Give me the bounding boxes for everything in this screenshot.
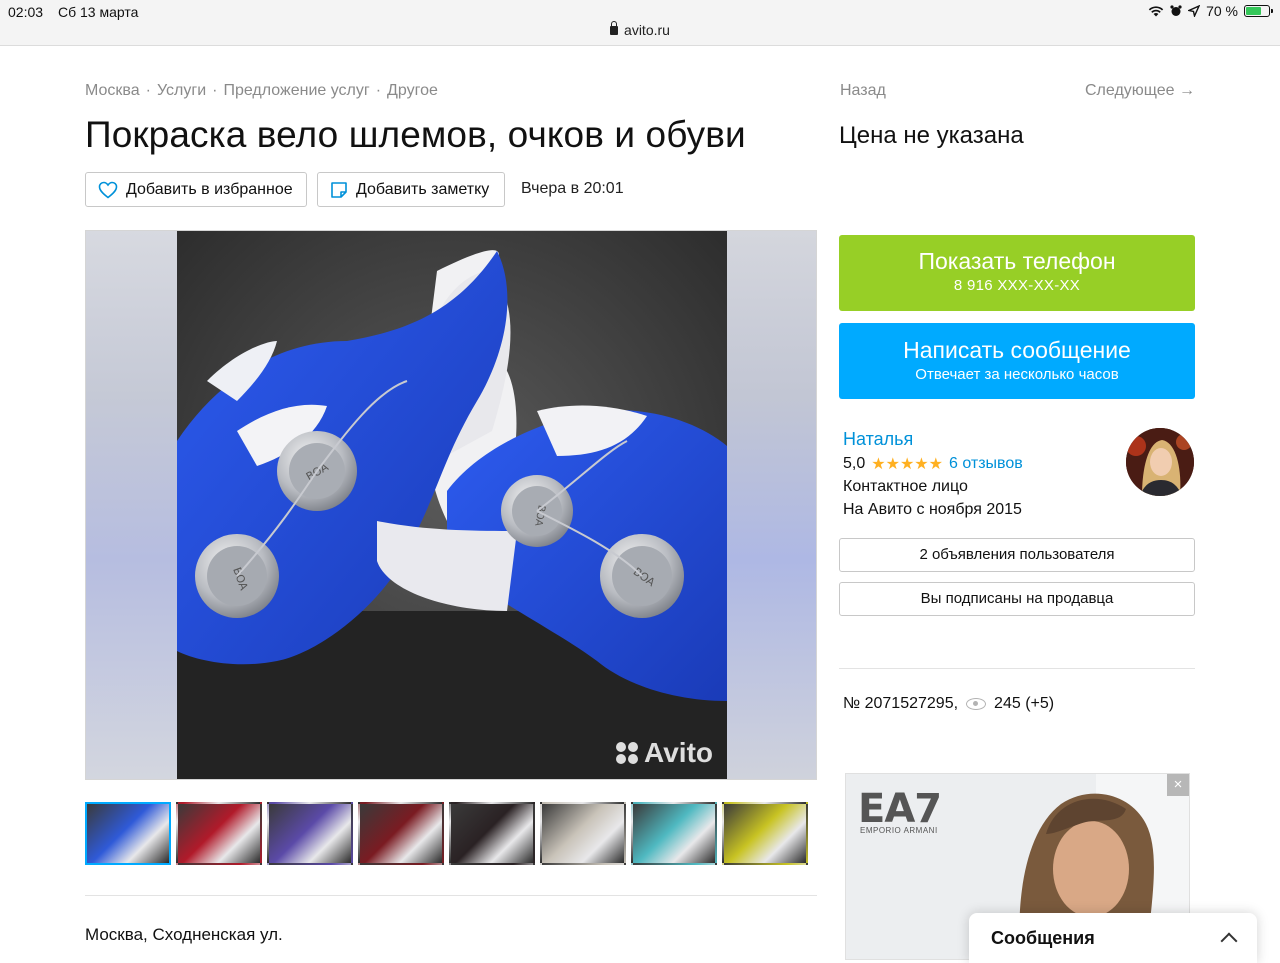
thumb-yellow-glasses[interactable] [722, 802, 808, 865]
star-icons: ★★★★★ [871, 456, 943, 473]
avatar-image [1126, 428, 1194, 496]
thumb-white-shoes[interactable] [540, 802, 626, 865]
status-indicators: 70 % [1148, 3, 1273, 19]
shoes-image: BOA BOA BOA BOA [177, 231, 727, 779]
thumb-red-helmet[interactable] [358, 802, 444, 865]
watermark-text: Avito [644, 737, 713, 768]
breadcrumb-separator: · [145, 82, 151, 99]
listing-meta: № 2071527295, 245 (+5) [843, 695, 1054, 713]
write-message-label: Написать сообщение [903, 337, 1131, 363]
lock-icon [610, 21, 619, 35]
main-photo[interactable]: BOA BOA BOA BOA Avito [177, 231, 727, 779]
banner-brand-sub: EMPORIO ARMANI [860, 826, 938, 835]
breadcrumb-item[interactable]: Услуги [157, 82, 206, 100]
wifi-icon [1148, 6, 1164, 17]
note-label: Добавить заметку [356, 180, 490, 198]
rating-value: 5,0 [843, 455, 866, 472]
seller-avatar[interactable] [1126, 428, 1194, 496]
phone-number: 8 916 XXX-XX-XX [953, 277, 1081, 294]
view-count: 245 (+5) [994, 695, 1055, 712]
heart-icon [98, 181, 118, 199]
thumb-teal-shoes[interactable] [631, 802, 717, 865]
next-link[interactable]: Следующее → [1085, 82, 1195, 100]
photo-gallery[interactable]: BOA BOA BOA BOA Avito [85, 230, 817, 780]
close-icon[interactable]: × [1167, 774, 1189, 796]
avito-watermark: Avito [616, 737, 713, 769]
subscribed-button[interactable]: Вы подписаны на продавца [839, 582, 1195, 616]
seller-rating: 5,0 ★★★★★ 6 отзывов [843, 454, 1023, 474]
gallery-blur-right [725, 231, 816, 779]
breadcrumb-item[interactable]: Другое [387, 82, 438, 100]
response-time: Отвечает за несколько часов [915, 366, 1119, 383]
show-phone-label: Показать телефон [918, 248, 1116, 274]
alarm-icon [1170, 5, 1182, 16]
address-bar[interactable]: avito.ru [0, 21, 1280, 38]
gallery-blur-left [86, 231, 177, 779]
breadcrumb-item[interactable]: Москва [85, 82, 140, 100]
add-note-button[interactable]: Добавить заметку [317, 172, 505, 207]
divider [839, 668, 1195, 669]
chevron-up-icon[interactable] [1220, 932, 1238, 950]
seller-ads-button[interactable]: 2 объявления пользователя [839, 538, 1195, 572]
status-date: Сб 13 марта [58, 4, 139, 20]
breadcrumb-item[interactable]: Предложение услуг [223, 82, 369, 100]
back-link[interactable]: Назад [840, 82, 886, 100]
messages-label: Сообщения [991, 927, 1095, 948]
address: Москва, Сходненская ул. [85, 925, 283, 944]
seller-since: На Авито с ноября 2015 [843, 501, 1022, 518]
write-message-button[interactable]: Написать сообщение Отвечает за несколько… [839, 323, 1195, 399]
status-bar: 02:03 Сб 13 марта 70 % avito.ru [0, 0, 1280, 46]
show-phone-button[interactable]: Показать телефон 8 916 XXX-XX-XX [839, 235, 1195, 311]
breadcrumb: Москва · Услуги · Предложение услуг · Др… [85, 82, 438, 100]
thumbnail-strip [85, 802, 808, 865]
reviews-link[interactable]: 6 отзывов [949, 455, 1023, 473]
note-icon [331, 181, 347, 198]
listing-id: № 2071527295, [843, 695, 959, 712]
thumb-red-shoes[interactable] [176, 802, 262, 865]
breadcrumb-separator: · [212, 82, 218, 99]
seller-name-link[interactable]: Наталья [843, 429, 913, 450]
favorites-label: Добавить в избранное [126, 180, 293, 198]
messages-widget[interactable]: Сообщения [969, 913, 1257, 963]
thumb-black-helmet[interactable] [449, 802, 535, 865]
url-text: avito.ru [624, 22, 670, 38]
posted-date: Вчера в 20:01 [521, 180, 624, 197]
battery-icon [1244, 5, 1273, 17]
battery-percent: 70 % [1206, 3, 1238, 19]
clock: 02:03 [8, 4, 44, 20]
location-arrow-icon [1188, 5, 1201, 17]
thumb-purple-shoes[interactable] [267, 802, 353, 865]
price: Цена не указана [839, 122, 1024, 149]
eye-icon [966, 698, 987, 710]
breadcrumb-separator: · [375, 82, 382, 99]
seller-role: Контактное лицо [843, 478, 968, 495]
add-to-favorites-button[interactable]: Добавить в избранное [85, 172, 307, 207]
avito-logo-icon [616, 742, 639, 764]
divider [85, 895, 817, 896]
page-title: Покраска вело шлемов, очков и обуви [85, 114, 746, 155]
thumb-blue-shoes[interactable] [85, 802, 171, 865]
